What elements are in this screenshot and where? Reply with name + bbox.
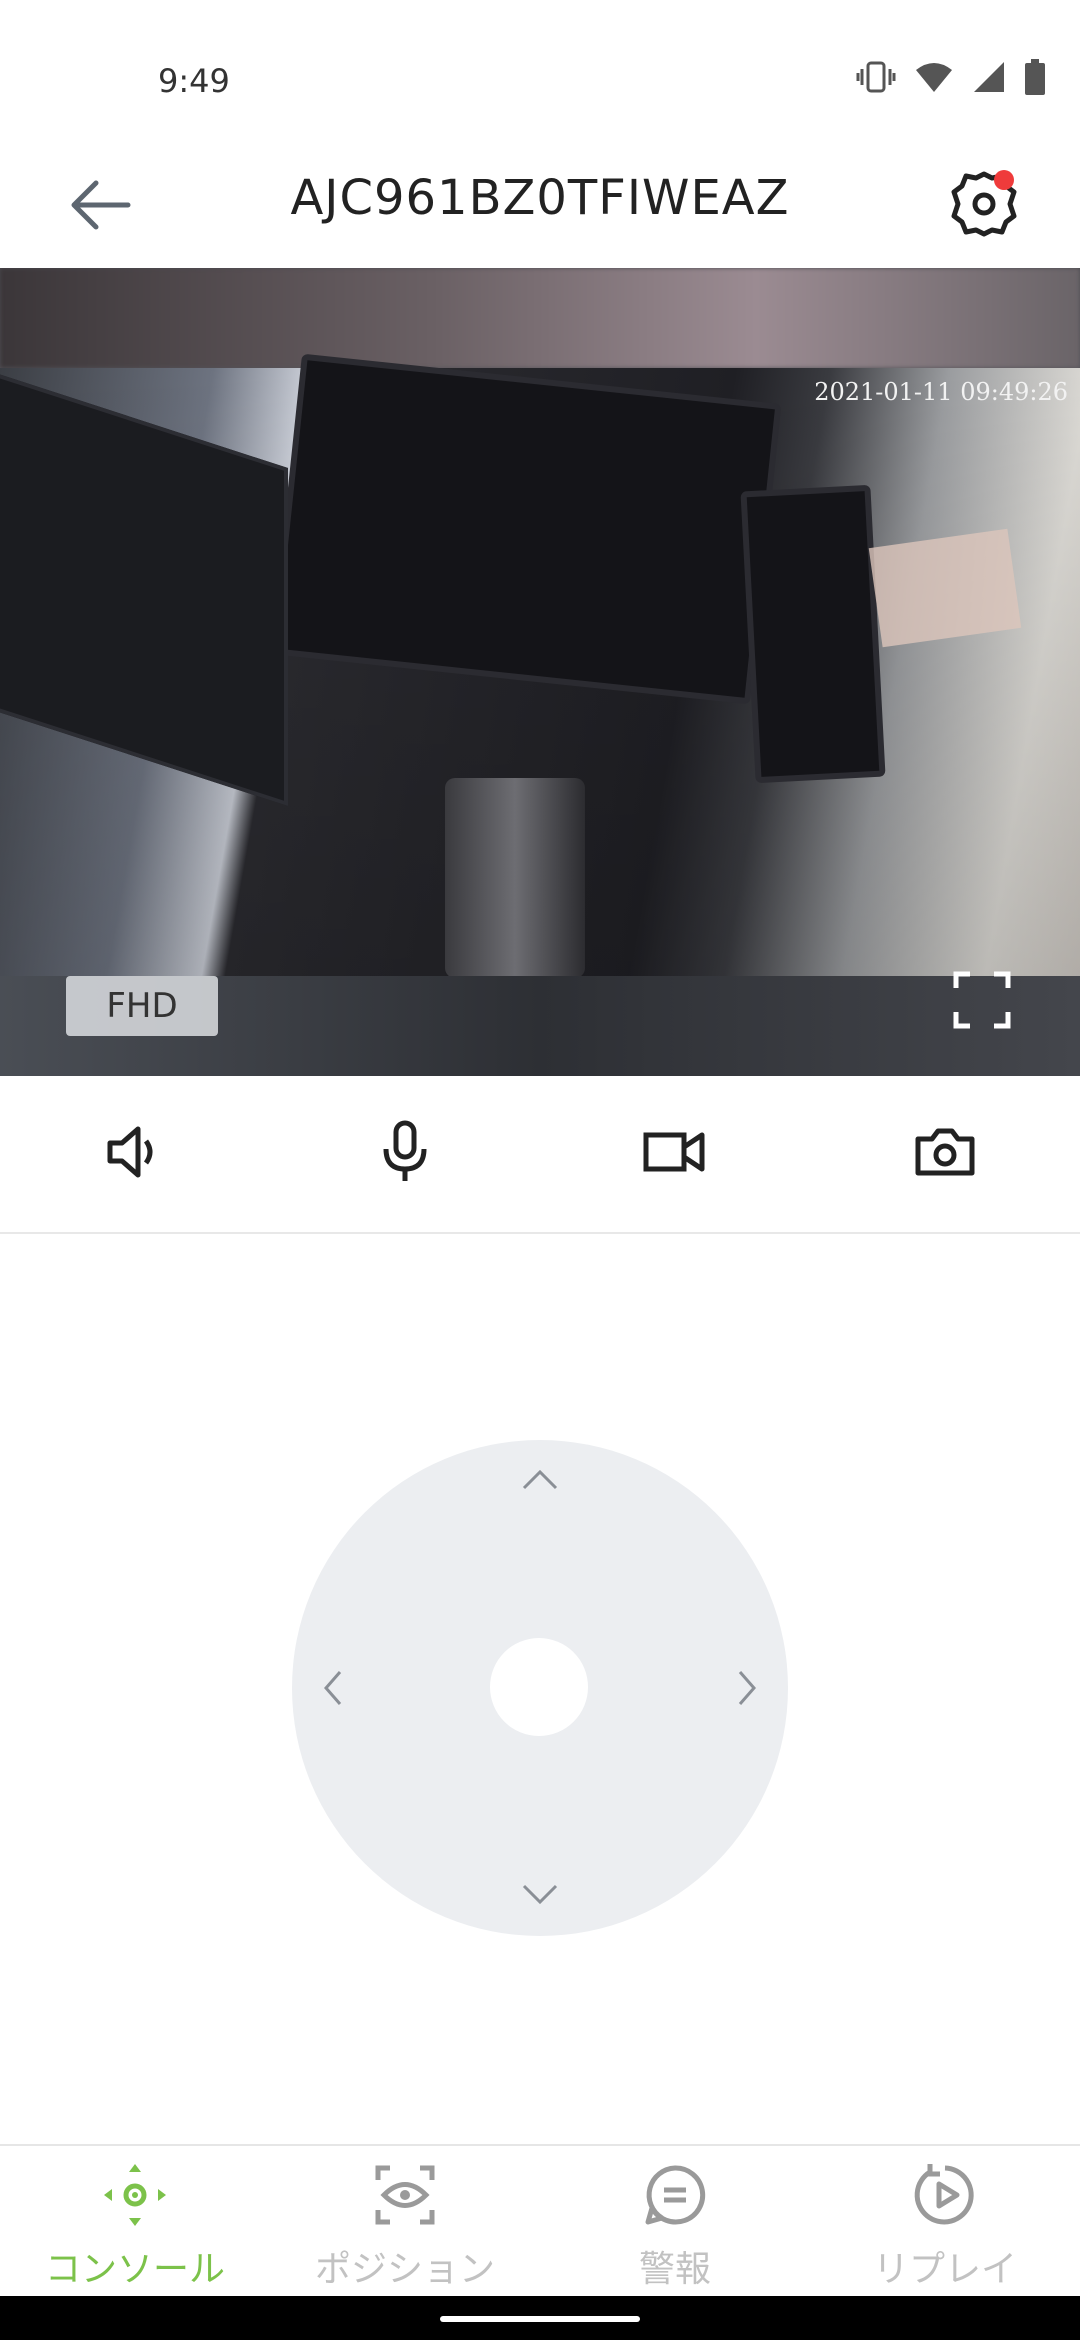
snapshot-camera-icon xyxy=(915,1128,975,1176)
snapshot-button[interactable] xyxy=(910,1117,980,1191)
wifi-icon xyxy=(914,60,954,98)
record-video-icon xyxy=(643,1132,705,1172)
tab-replay[interactable]: リプレイ xyxy=(810,2146,1080,2298)
scene-monitor-small xyxy=(740,484,886,784)
status-time: 9:49 xyxy=(158,62,230,100)
alarm-message-icon xyxy=(645,2165,706,2225)
battery-icon xyxy=(1024,58,1046,100)
quality-fhd-button[interactable]: FHD xyxy=(66,976,218,1036)
tab-console[interactable]: コンソール xyxy=(0,2146,270,2298)
microphone-icon xyxy=(383,1120,427,1181)
tab-alarm-label: 警報 xyxy=(638,2249,711,2290)
microphone-button[interactable] xyxy=(370,1117,440,1191)
video-timestamp: 2021-01-11 09:49:26 xyxy=(814,378,1068,406)
camera-frame xyxy=(0,353,1080,978)
chevron-right-icon xyxy=(738,1671,756,1705)
status-icons xyxy=(856,58,1046,100)
record-video-button[interactable] xyxy=(640,1117,710,1191)
scene-laptop xyxy=(0,367,288,807)
replay-icon xyxy=(914,2164,974,2225)
fullscreen-icon xyxy=(953,971,1011,1029)
speaker-button[interactable] xyxy=(100,1117,170,1191)
ptz-right-button[interactable] xyxy=(722,1664,770,1712)
camera-live-view[interactable]: 2021-01-11 09:49:26 FHD xyxy=(0,268,1080,1076)
settings-button[interactable] xyxy=(940,160,1028,248)
scene-monitor-large xyxy=(270,353,782,705)
gear-icon xyxy=(951,171,1017,237)
ptz-down-button[interactable] xyxy=(516,1870,564,1918)
chevron-left-icon xyxy=(324,1671,342,1705)
chevron-up-icon xyxy=(522,1469,558,1490)
notification-badge xyxy=(994,170,1014,190)
ptz-center-knob[interactable] xyxy=(490,1638,588,1736)
ptz-left-button[interactable] xyxy=(310,1664,358,1712)
position-eye-icon xyxy=(375,2165,435,2225)
bottom-nav: コンソール ポジション 警報 リプレイ xyxy=(0,2144,1080,2298)
tab-console-label: コンソール xyxy=(44,2249,225,2290)
tab-position[interactable]: ポジション xyxy=(270,2146,540,2298)
scene-cup xyxy=(445,778,585,978)
vibrate-icon xyxy=(856,59,896,99)
signal-icon xyxy=(972,60,1006,98)
video-letterbox-top xyxy=(0,268,1080,368)
speaker-icon xyxy=(107,1126,153,1178)
scene-paper xyxy=(868,528,1022,648)
media-controls xyxy=(0,1076,1080,1232)
status-bar: 9:49 xyxy=(0,0,1080,160)
console-move-icon xyxy=(104,2164,166,2226)
tab-alarm[interactable]: 警報 xyxy=(540,2146,810,2298)
divider xyxy=(0,1232,1080,1234)
tab-replay-label: リプレイ xyxy=(872,2249,1017,2290)
ptz-up-button[interactable] xyxy=(516,1456,564,1504)
tab-position-label: ポジション xyxy=(314,2249,495,2290)
page-title: AJC961BZ0TFIWEAZ xyxy=(290,170,790,226)
fullscreen-button[interactable] xyxy=(950,968,1014,1032)
chevron-down-icon xyxy=(522,1884,558,1905)
home-indicator[interactable] xyxy=(440,2316,640,2322)
